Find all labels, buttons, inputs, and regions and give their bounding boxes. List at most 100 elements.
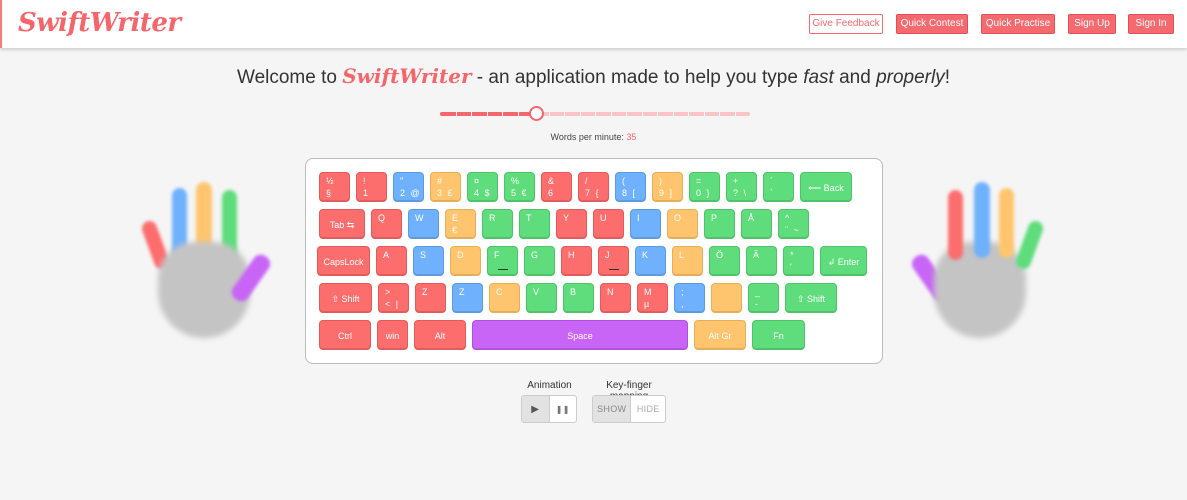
key[interactable]: ¤ 4 $ [467,172,498,202]
key-bottom-label: < | [385,299,399,309]
slider-tick [549,112,550,116]
key[interactable]: > < | [378,283,409,313]
key-label: ⟵ Back [808,183,844,193]
key-top-label: T [526,213,532,223]
pause-icon[interactable]: ❚❚ [550,396,577,422]
key[interactable]: F [487,246,518,276]
key-label: Alt [434,331,446,341]
slider-tick [688,112,689,116]
key-altgr[interactable]: Alt Gr [694,320,746,350]
key[interactable]: + ? \ [726,172,757,202]
key[interactable]: H [561,246,592,276]
slider-tick [580,112,581,116]
slider-tick [657,112,658,116]
slider-tick [471,112,472,116]
key[interactable]: L [672,246,703,276]
key-shift[interactable]: ⇧ Shift [319,283,372,313]
right-index-finger [948,190,963,260]
key[interactable]: R [482,209,513,239]
key-capslock[interactable]: CapsLock [317,246,370,276]
key[interactable]: S [413,246,444,276]
key[interactable]: Ä [746,246,777,276]
right-middle-finger [974,182,990,258]
slider-tick [642,112,643,116]
slider-tick [735,112,736,116]
key[interactable]: ^ ¨ ~ [778,209,809,239]
key[interactable]: ! 1 [356,172,387,202]
slider-tick [595,112,596,116]
title-and: and [833,67,877,88]
key[interactable]: (8 [ [615,172,646,202]
key[interactable]: % 5 € [504,172,535,202]
give-feedback-button[interactable]: Give Feedback [809,14,883,34]
play-icon[interactable]: ▶ [522,396,550,422]
key-ctrl[interactable]: Ctrl [319,320,371,350]
key[interactable]: ½ § [319,172,350,202]
left-hand-illustration [139,180,274,340]
key-enter[interactable]: ↲ Enter [820,246,867,276]
key[interactable]: Q [371,209,402,239]
key-top-label: O [674,213,682,223]
key[interactable]: & 6 [541,172,572,202]
key[interactable]: P [704,209,735,239]
key-label: win [385,331,400,341]
key-shift[interactable]: ⇧ Shift [785,283,837,313]
key[interactable]: Ö [709,246,740,276]
key[interactable]: E € [445,209,476,239]
key[interactable]: Å [741,209,772,239]
key[interactable]: Mµ [637,283,668,313]
key[interactable]: I [630,209,661,239]
key-top-label: C [496,287,503,297]
key[interactable]: D [450,246,481,276]
key-top-label: + [733,176,739,186]
key[interactable]: Y [556,209,587,239]
sign-up-button[interactable]: Sign Up [1068,14,1116,34]
key[interactable]: N [600,283,631,313]
key[interactable]: ´ ` [763,172,794,202]
key-label: CapsLock [323,257,364,267]
key[interactable]: J [598,246,629,276]
key[interactable]: / 7 { [578,172,609,202]
key-win[interactable]: win [377,320,408,350]
key[interactable] [711,283,742,313]
sign-in-button[interactable]: Sign In [1128,14,1174,34]
key[interactable]: V [526,283,557,313]
key[interactable]: K [635,246,666,276]
key-top-label: & [548,176,555,186]
title-end: ! [944,67,951,88]
key-top-label: ; [681,287,684,297]
show-mapping-button[interactable]: SHOW [593,396,632,422]
key-top-label: U [600,213,607,223]
key[interactable]: * ' [783,246,814,276]
key-alt[interactable]: Alt [414,320,466,350]
slider-thumb[interactable] [529,106,544,121]
app-logo[interactable]: SwiftWriter [18,8,181,38]
key-bottom-label: 7 { [585,188,599,198]
key[interactable]: Z [415,283,446,313]
key-back[interactable]: ⟵ Back [800,172,852,202]
key[interactable]: B [563,283,594,313]
key[interactable]: _ - [748,283,779,313]
key-space[interactable]: Space [472,320,688,350]
key[interactable]: ;, [674,283,705,313]
key[interactable]: ) 9 ] [652,172,683,202]
key[interactable]: O [667,209,698,239]
key[interactable]: T [519,209,550,239]
key-fn[interactable]: Fn [752,320,805,350]
key-top-label: Ä [753,250,760,260]
key[interactable]: G [524,246,555,276]
key[interactable]: C [489,283,520,313]
key[interactable]: U [593,209,624,239]
wpm-slider[interactable] [440,106,750,122]
key-tab[interactable]: Tab ⇆ [319,209,365,239]
key[interactable]: A [376,246,407,276]
quick-practise-button[interactable]: Quick Practise [981,14,1055,34]
key[interactable]: = 0 } [689,172,720,202]
key[interactable]: W [408,209,439,239]
quick-contest-button[interactable]: Quick Contest [896,14,968,34]
key[interactable]: Z [452,283,483,313]
key-top-label: F [494,250,500,260]
key[interactable]: #3 £ [430,172,461,202]
hide-mapping-button[interactable]: HIDE [631,396,665,422]
key[interactable]: " 2 @ [393,172,424,202]
